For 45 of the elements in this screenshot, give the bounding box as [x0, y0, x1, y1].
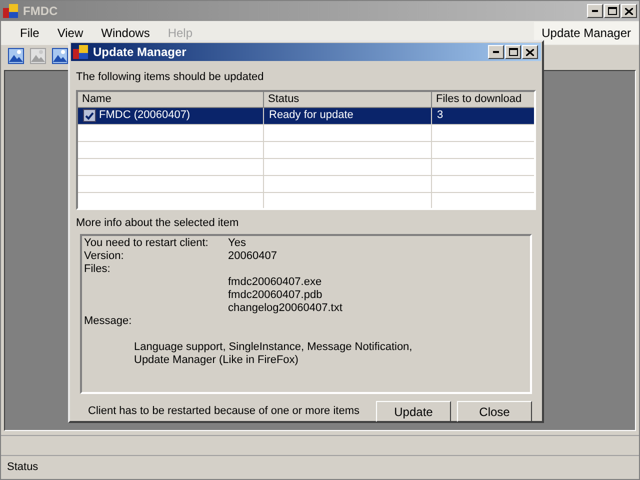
info-field-label: You need to restart client: [84, 237, 210, 250]
info-field-label: Version: [84, 250, 125, 263]
close-icon [625, 8, 633, 14]
close-icon [526, 48, 534, 56]
menu-item[interactable]: Windows [92, 24, 159, 42]
menu-item[interactable]: Update Manager [534, 22, 639, 44]
table-cell-text: Ready for update [269, 108, 354, 124]
maximize-button[interactable] [604, 4, 620, 18]
maximize-button[interactable] [505, 45, 521, 59]
list-label: The following items should be updated [76, 70, 265, 85]
table-cell-text: FMDC (20060407) [99, 108, 190, 124]
check-icon [85, 112, 94, 120]
info-label: More info about the selected item [76, 216, 240, 230]
close-button[interactable] [522, 45, 538, 59]
info-field-label: Message: [84, 315, 133, 328]
message-text: Update Manager (Like in FireFox) [134, 354, 300, 367]
app-icon [3, 3, 19, 19]
dialog-button[interactable]: Update [376, 401, 451, 422]
checkbox[interactable] [83, 109, 96, 122]
dialog-title: Update Manager [93, 44, 188, 61]
message-text: Language support, SingleInstance, Message Notification, [134, 341, 414, 354]
file-name: fmdc20060407.exe [227, 276, 323, 289]
picture-icon[interactable] [8, 48, 24, 64]
close-button[interactable] [621, 4, 637, 18]
picture-icon[interactable] [52, 48, 68, 64]
menu-item[interactable]: View [48, 24, 92, 42]
info-field-value: 20060407 [228, 250, 277, 263]
maximize-icon [508, 48, 518, 56]
file-name: fmdc20060407.pdb [227, 289, 324, 302]
status-text: Status [7, 460, 38, 476]
maximize-icon [608, 7, 616, 15]
info-field-value: Yes [228, 237, 246, 250]
app-icon [73, 44, 89, 60]
info-field-label: Files: [84, 263, 112, 276]
minimize-icon [592, 10, 598, 12]
minimize-button[interactable] [587, 4, 603, 18]
table-cell-text: 3 [437, 108, 444, 124]
dialog-button[interactable]: Close [457, 401, 532, 422]
minimize-icon [493, 51, 499, 53]
file-name: changelog20060407.txt [227, 302, 344, 315]
window-title: FMDC [23, 3, 59, 20]
menu-item[interactable]: File [11, 24, 48, 42]
table-row[interactable]: FMDC (20060407) Ready for update 3 [78, 108, 534, 124]
minimize-button[interactable] [488, 45, 504, 59]
restart-note: Client has to be restarted because of one or more items [88, 404, 360, 420]
